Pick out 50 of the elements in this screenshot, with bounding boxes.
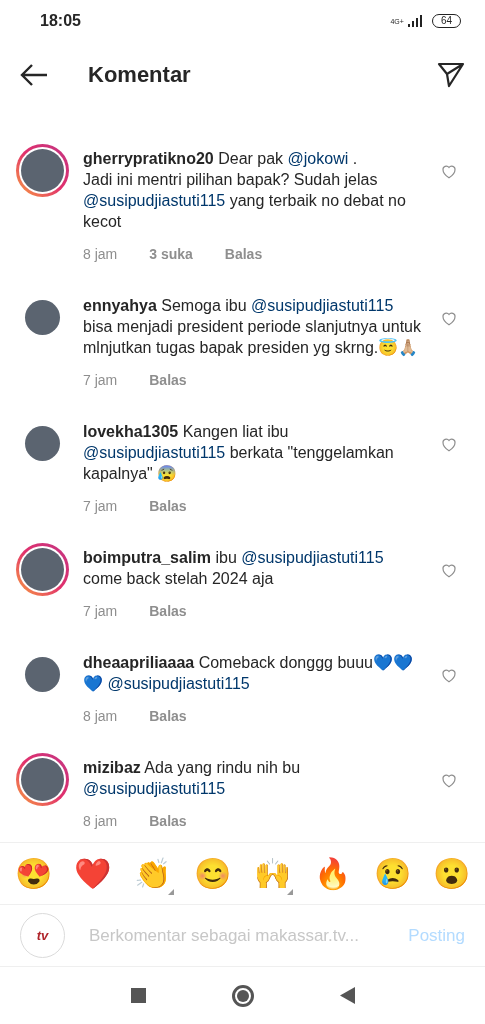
reply-link[interactable]: Balas bbox=[224, 244, 263, 265]
reply-link[interactable]: Balas bbox=[149, 370, 187, 391]
comment-text: gherrypratikno20 Dear pak @jokowi . Jadi ini mentri pilihan bapak? Sudah jelas @susipudjiastuti115 yang terbaik no debat no kecot bbox=[83, 149, 407, 232]
emoji-button[interactable]: ❤ bbox=[71, 852, 114, 895]
avatar-photo-placeholder bbox=[21, 758, 64, 801]
avatar-photo-placeholder bbox=[21, 548, 64, 591]
comment-text: dheaapriliaaaa Comeback donggg buuu💙💙💙 @susipudjiastuti115 bbox=[83, 653, 414, 694]
comment-text: lovekha1305 Kangen liat ibu @susipudjiastuti115 berkata "tenggelamkan kapalnya" 😰 bbox=[83, 422, 395, 484]
emoji-button[interactable]: 😊 bbox=[191, 852, 234, 895]
reply-link[interactable]: Balas bbox=[149, 496, 187, 517]
signal-icon bbox=[407, 15, 424, 27]
emoji-button[interactable]: 😢 bbox=[371, 852, 414, 895]
avatar-ring[interactable] bbox=[16, 753, 69, 806]
heart-icon[interactable] bbox=[441, 311, 457, 326]
back-icon[interactable] bbox=[339, 987, 355, 1004]
status-time: 18:05 bbox=[40, 11, 81, 31]
heart-icon[interactable] bbox=[441, 164, 457, 179]
comment-time: 7 jam bbox=[83, 371, 118, 390]
comment-text: boimputra_salim ibu @susipudjiastuti115 come back stelah 2024 aja bbox=[83, 548, 385, 589]
avatar-photo-placeholder bbox=[25, 300, 60, 335]
back-arrow-icon[interactable] bbox=[20, 63, 48, 86]
reply-link[interactable]: Balas bbox=[149, 811, 187, 832]
comment-input-field[interactable]: Berkomentar sebagai makassar.tv... bbox=[89, 922, 385, 949]
like-count[interactable]: 3 suka bbox=[149, 244, 193, 265]
heart-icon[interactable] bbox=[441, 668, 457, 683]
avatar-photo-placeholder bbox=[25, 657, 60, 692]
comment-text: ennyahya Semoga ibu @susipudjiastuti115 bisa menjadi president periode slanjutnya untuk mlnjutkan tugas bapak presiden yg skrng.😇🙏🏼 bbox=[83, 296, 422, 358]
home-icon[interactable] bbox=[231, 984, 254, 1007]
comment-text: mizibaz Ada yang rindu nih bu @susipudjiastuti115 bbox=[83, 758, 302, 799]
heart-icon[interactable] bbox=[441, 563, 457, 578]
comment-time: 7 jam bbox=[83, 497, 118, 516]
emoji-button[interactable]: 😮 bbox=[430, 852, 473, 895]
avatar-logo-text: tv bbox=[36, 926, 49, 945]
comment-time: 8 jam bbox=[83, 707, 118, 726]
avatar-photo-placeholder bbox=[21, 149, 64, 192]
emoji-button[interactable]: 🔥 bbox=[311, 852, 354, 895]
avatar-ring[interactable] bbox=[16, 144, 69, 197]
avatar-photo-placeholder bbox=[25, 426, 60, 461]
emoji-button[interactable]: 😍 bbox=[12, 852, 54, 895]
heart-icon[interactable] bbox=[441, 437, 457, 452]
comment-time: 8 jam bbox=[83, 245, 118, 264]
send-icon[interactable] bbox=[437, 61, 465, 88]
heart-icon[interactable] bbox=[441, 773, 457, 788]
avatar-ring[interactable] bbox=[16, 543, 69, 596]
recent-apps-icon[interactable] bbox=[130, 988, 146, 1003]
comment-time: 7 jam bbox=[83, 602, 118, 621]
reply-link[interactable]: Balas bbox=[149, 706, 187, 727]
page-title: Komentar bbox=[88, 61, 191, 89]
comment-time: 8 jam bbox=[83, 812, 118, 831]
reply-link[interactable]: Balas bbox=[149, 601, 187, 622]
